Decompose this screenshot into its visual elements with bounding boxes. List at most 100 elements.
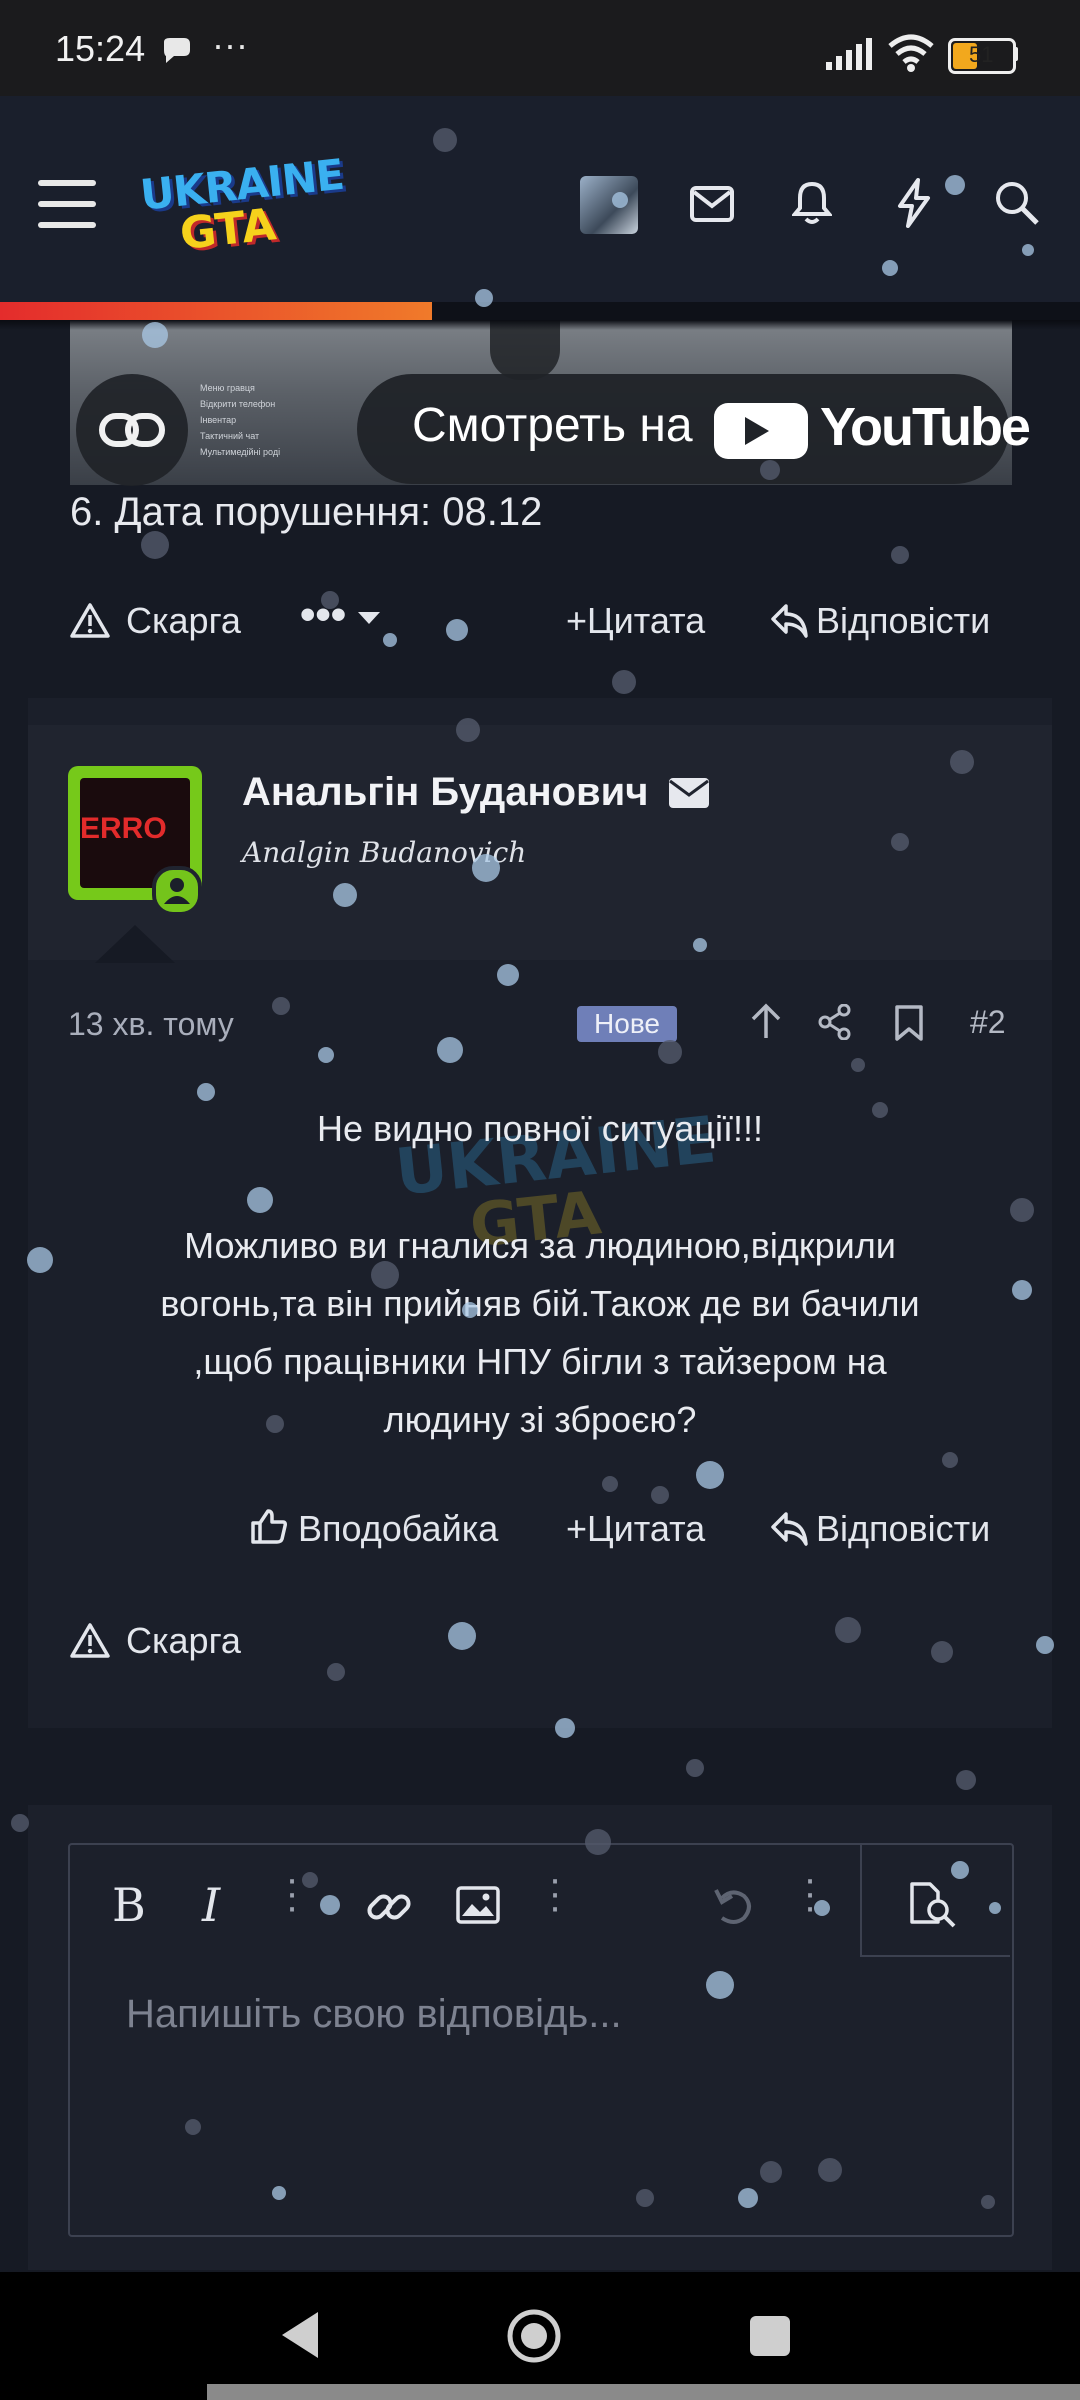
report-icon [70, 1623, 110, 1658]
post1-text-line: 6. Дата порушення: 08.12 [70, 490, 543, 534]
post2-username[interactable]: Анальгін Буданович [242, 770, 710, 815]
gesture-bar [207, 2384, 1080, 2400]
italic-button[interactable]: I [202, 1878, 220, 1932]
site-logo[interactable]: UKRAINE GTA [138, 150, 346, 260]
bell-icon[interactable] [792, 180, 832, 226]
snow-dot [197, 1083, 215, 1101]
snow-dot [333, 883, 357, 907]
snow-dot [327, 1663, 345, 1681]
chevron-down-icon[interactable] [358, 612, 380, 626]
battery-icon: 51 [948, 38, 1016, 74]
new-badge: Нове [577, 1006, 677, 1042]
youtube-wordmark: YouTube [820, 397, 1031, 457]
snow-dot [321, 591, 339, 609]
snow-dot [814, 1900, 830, 1916]
battery-tip [1013, 47, 1018, 61]
bookmark-icon[interactable] [894, 1004, 924, 1042]
preview-icon[interactable] [908, 1880, 962, 1928]
envelope-icon[interactable] [668, 777, 710, 809]
snow-dot [446, 619, 468, 641]
share-icon[interactable] [818, 1004, 852, 1040]
snow-dot [185, 2119, 201, 2135]
snow-dot [882, 260, 898, 276]
logo-text-bottom: GTA [177, 199, 279, 260]
user-avatar[interactable] [580, 176, 638, 234]
snow-dot [11, 1814, 29, 1832]
snow-dot [320, 1895, 340, 1915]
lightning-icon[interactable] [896, 178, 932, 228]
snow-dot [693, 938, 707, 952]
snow-dot [1012, 1280, 1032, 1300]
snow-dot [738, 2188, 758, 2208]
snow-dot [706, 1971, 734, 1999]
plus-icon: + [566, 1508, 588, 1549]
snow-dot [1022, 244, 1034, 256]
snow-dot [872, 1102, 888, 1118]
post2-number-link[interactable]: #2 [970, 1004, 1006, 1041]
snow-dot [462, 1302, 478, 1318]
snow-dot [448, 1622, 476, 1650]
like-button[interactable]: Вподобайка [298, 1508, 498, 1550]
snow-dot [318, 1047, 334, 1063]
post2-reply-button[interactable]: Відповісти [816, 1508, 990, 1550]
post1-quote-button[interactable]: +Цитата [566, 600, 705, 642]
snow-dot [1010, 1198, 1034, 1222]
snow-dot [437, 1037, 463, 1063]
snow-dot [658, 1040, 682, 1064]
toolbar-divider [860, 1845, 862, 1955]
chat-notification-icon [164, 38, 190, 63]
search-icon[interactable] [994, 180, 1040, 226]
link-insert-icon[interactable] [366, 1884, 412, 1930]
snow-dot [651, 1486, 669, 1504]
snow-dot [27, 1247, 53, 1273]
post2-text-line1: Не видно повної ситуації!!! [317, 1108, 763, 1149]
post1-report-link[interactable]: Скарга [126, 600, 241, 642]
snow-dot [851, 1058, 865, 1072]
status-time: 15:24 [55, 28, 146, 69]
reply-input-placeholder[interactable]: Напишіть свою відповідь... [126, 1992, 622, 2037]
post2-quote-button[interactable]: +Цитата [566, 1508, 705, 1550]
more-formatting-icon[interactable]: · · · [282, 1859, 302, 1927]
snow-dot [636, 2189, 654, 2207]
menu-icon[interactable] [38, 180, 96, 243]
home-icon[interactable] [506, 2308, 562, 2364]
snow-dot [760, 460, 780, 480]
snow-dot [272, 2186, 286, 2200]
like-icon [251, 1509, 287, 1544]
undo-icon[interactable] [712, 1884, 754, 1928]
snow-dot [891, 833, 909, 851]
snow-dot [497, 964, 519, 986]
post2-paragraph: Можливо ви гналися за людиною,відкрили в… [160, 1225, 920, 1440]
arrow-up-icon[interactable] [750, 1002, 782, 1040]
snow-dot [612, 192, 628, 208]
snow-dot [555, 1718, 575, 1738]
link-icon [99, 413, 165, 447]
snow-dot [612, 670, 636, 694]
plus-icon: + [566, 600, 588, 641]
snow-dot [989, 1902, 1001, 1914]
snow-dot [272, 997, 290, 1015]
post2-timestamp[interactable]: 13 хв. тому [68, 1006, 234, 1043]
snow-dot [247, 1187, 273, 1213]
snow-dot [818, 2158, 842, 2182]
avatar-text: ERRO [80, 812, 167, 845]
snow-dot [371, 1261, 399, 1289]
snow-dot [475, 289, 493, 307]
snow-dot [602, 1476, 618, 1492]
wifi-icon [888, 34, 934, 72]
more-insert-icon[interactable]: · · · [545, 1859, 565, 1927]
report-icon [70, 603, 110, 638]
back-icon[interactable] [278, 2310, 320, 2360]
copy-link-button[interactable] [76, 374, 188, 486]
snow-dot [956, 1770, 976, 1790]
snow-dot [383, 633, 397, 647]
snow-dot [981, 2195, 995, 2209]
more-notifications-icon: ··· [212, 24, 248, 65]
post2-report-link[interactable]: Скарга [126, 1620, 241, 1662]
mail-icon[interactable] [690, 186, 734, 222]
recents-icon[interactable] [750, 2316, 790, 2356]
reply-icon [771, 1512, 808, 1546]
post1-reply-button[interactable]: Відповісти [816, 600, 990, 642]
bold-button[interactable]: B [112, 1878, 146, 1932]
image-insert-icon[interactable] [456, 1886, 500, 1924]
